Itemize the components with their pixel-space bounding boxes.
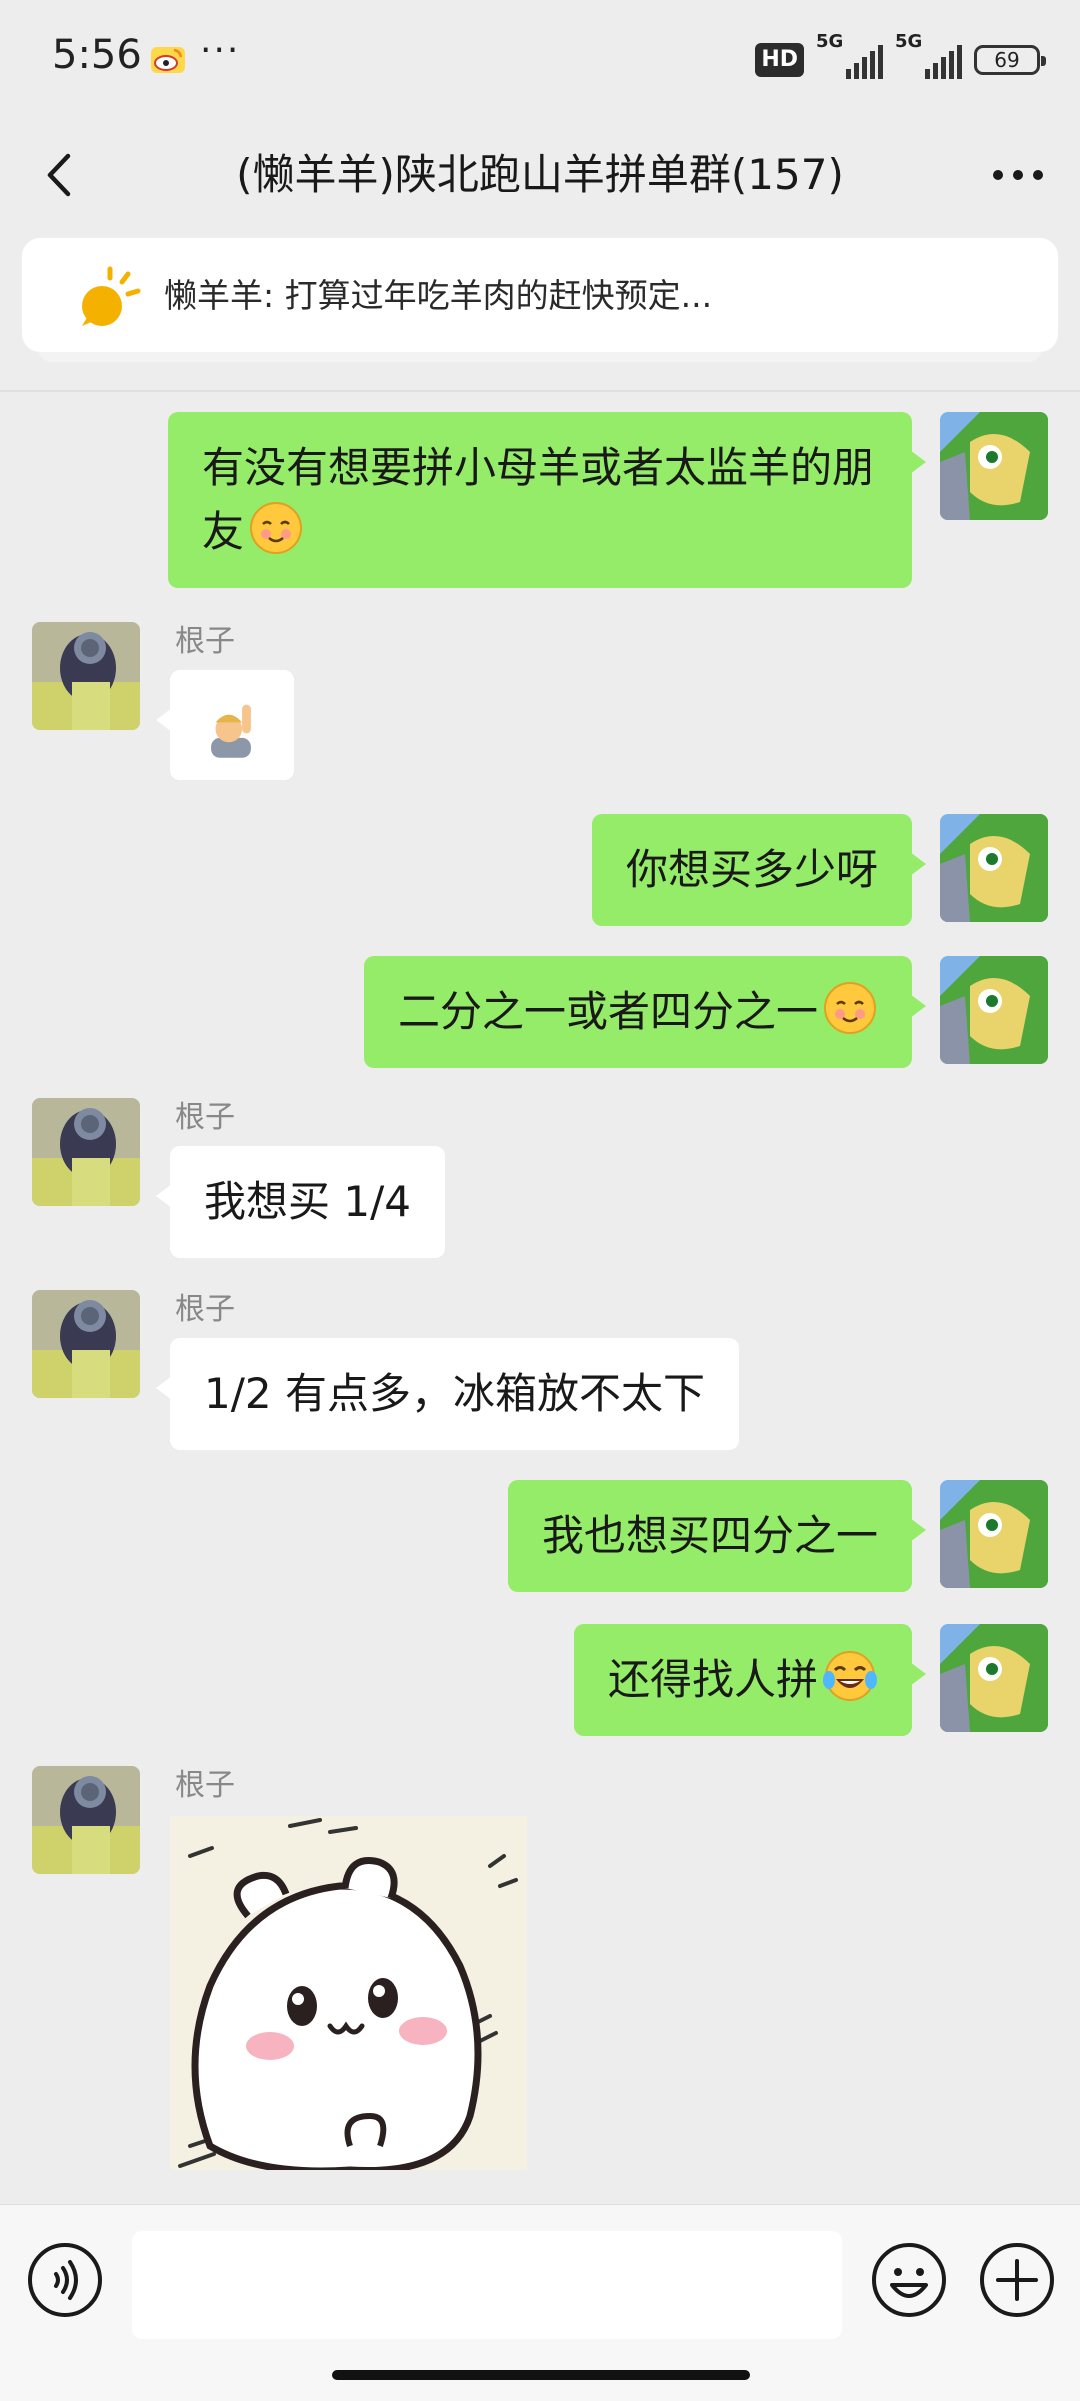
hd-voice-icon: HD (755, 43, 804, 77)
message-text: 还得找人拼 (607, 1655, 818, 1704)
signal-icon-2: 5G (895, 31, 962, 79)
message-text: 你想买多少呀 (625, 845, 878, 894)
more-functions-button[interactable] (978, 2241, 1056, 2319)
chiikawa-sticker-image[interactable] (170, 1816, 527, 2170)
status-bar: 5:56 ··· HD 5G 5G 69 (0, 0, 1080, 120)
status-indicators: HD 5G 5G 69 (755, 31, 1046, 82)
message-input[interactable] (132, 2231, 842, 2339)
smiling-face-emoji-icon (822, 980, 878, 1036)
message-bubble-incoming[interactable] (156, 670, 294, 780)
my-avatar[interactable] (940, 1624, 1048, 1732)
message-bubble-outgoing[interactable]: 有没有想要拼小母羊或者太监羊的朋友 (168, 412, 926, 588)
chevron-left-icon (47, 153, 71, 197)
back-button[interactable] (30, 140, 90, 210)
sender-name: 根子 (175, 624, 235, 659)
sender-avatar[interactable] (32, 1290, 140, 1398)
chat-header: (懒羊羊)陕北跑山羊拼单群(157) (0, 120, 1080, 230)
more-dots-icon (993, 170, 1043, 180)
message-text: 我也想买四分之一 (541, 1511, 878, 1560)
my-avatar[interactable] (940, 1480, 1048, 1588)
battery-level: 69 (994, 48, 1020, 72)
page-title: (懒羊羊)陕北跑山羊拼单群(157) (236, 150, 844, 199)
divider (0, 390, 1080, 392)
tears-of-joy-emoji-icon (822, 1648, 878, 1704)
voice-input-button[interactable] (26, 2241, 104, 2319)
sender-avatar[interactable] (32, 1766, 140, 1874)
message-text: 我想买 1/4 (204, 1177, 411, 1226)
weibo-notification-icon (150, 44, 186, 74)
sender-avatar[interactable] (32, 1098, 140, 1206)
network-type-2: 5G (895, 31, 923, 52)
message-bubble-outgoing[interactable]: 二分之一或者四分之一 (363, 956, 927, 1068)
message-bubble-incoming[interactable]: 1/2 有点多，冰箱放不太下 (156, 1338, 739, 1450)
home-indicator[interactable] (332, 2370, 750, 2380)
my-avatar[interactable] (940, 956, 1048, 1064)
more-options-button[interactable] (980, 140, 1056, 210)
message-bubble-outgoing[interactable]: 你想买多少呀 (591, 814, 927, 926)
announcement-icon (64, 264, 154, 334)
message-bubble-outgoing[interactable]: 我也想买四分之一 (507, 1480, 927, 1592)
emoji-button[interactable] (870, 2241, 948, 2319)
person-raising-hand-emoji-icon (200, 698, 262, 760)
sender-name: 根子 (175, 1100, 235, 1135)
sender-name: 根子 (175, 1292, 235, 1327)
status-more-icon: ··· (200, 30, 241, 71)
message-bubble-outgoing[interactable]: 还得找人拼 (573, 1624, 927, 1736)
signal-icon-1: 5G (816, 31, 883, 79)
pinned-message[interactable]: 懒羊羊: 打算过年吃羊肉的赶快预定... (22, 238, 1058, 352)
sender-avatar[interactable] (32, 622, 140, 730)
plus-icon (980, 2243, 1054, 2317)
network-type-1: 5G (816, 31, 844, 52)
my-avatar[interactable] (940, 412, 1048, 520)
sender-name: 根子 (175, 1768, 235, 1803)
smiling-face-emoji-icon (248, 500, 304, 556)
message-text: 二分之一或者四分之一 (397, 987, 818, 1036)
message-bubble-incoming[interactable]: 我想买 1/4 (156, 1146, 445, 1258)
message-text: 1/2 有点多，冰箱放不太下 (204, 1369, 705, 1418)
my-avatar[interactable] (940, 814, 1048, 922)
pinned-message-text: 懒羊羊: 打算过年吃羊肉的赶快预定... (164, 276, 713, 315)
status-time: 5:56 (52, 32, 142, 78)
voice-icon (28, 2243, 102, 2317)
battery-icon: 69 (974, 45, 1046, 75)
smiley-icon (872, 2243, 946, 2317)
